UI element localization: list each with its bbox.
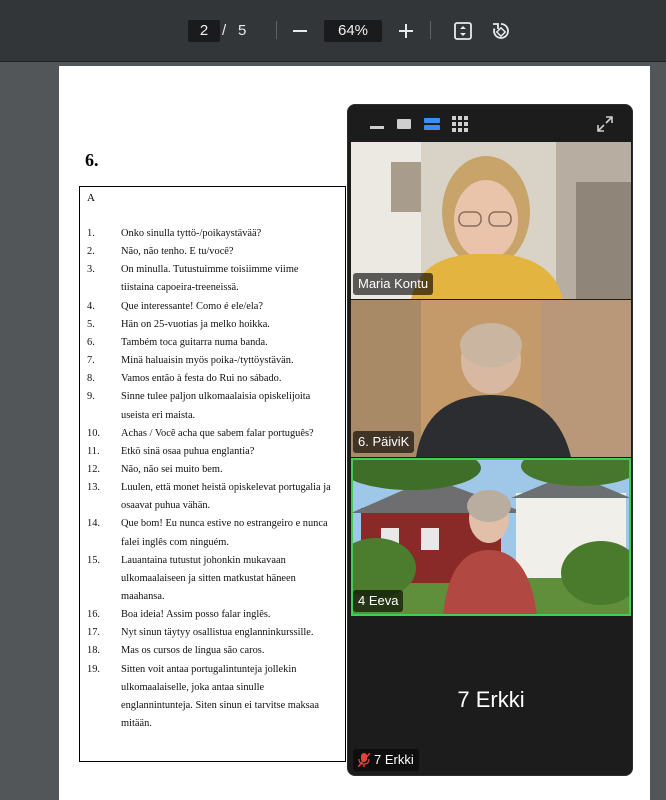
minimize-button[interactable]: [368, 115, 386, 133]
dialogue-line-text: maahansa.: [121, 591, 165, 602]
dialogue-line-text: Hän on 25-vuotias ja melko hoikka.: [121, 318, 270, 330]
section-label: A: [87, 192, 95, 204]
dialogue-line-text: falei inglês com ninguém.: [121, 536, 229, 548]
dialogue-line-text: Também toca guitarra numa banda.: [121, 336, 268, 348]
dialogue-line-number: 13.: [87, 482, 100, 494]
dialogue-line-number: 19.: [87, 663, 100, 675]
dialogue-line-text: Sinne tulee paljon ulkomaalaisia opiskel…: [121, 391, 311, 403]
dialogue-line-number: 1.: [87, 228, 95, 239]
page-separator: /: [222, 22, 227, 39]
participant-name-tag: 6. PäiviK: [353, 431, 415, 453]
dialogue-line-number: 7.: [87, 355, 95, 367]
single-view-button[interactable]: [395, 115, 413, 133]
zoom-level-input[interactable]: 64%: [324, 20, 382, 42]
dialogue-line-number: 11.: [87, 445, 100, 457]
dialogue-line-text: Que bom! Eu nunca estive no estrangeiro …: [121, 518, 328, 530]
toolbar-divider: [276, 21, 277, 39]
dialogue-line-number: 3.: [87, 264, 95, 276]
fit-page-icon: [454, 22, 472, 40]
fit-page-button[interactable]: [448, 16, 478, 46]
participant-name-tag: 4 Eeva: [353, 590, 404, 612]
dialogue-line-number: 8.: [87, 373, 95, 385]
total-pages: 5: [238, 22, 247, 39]
dialogue-line-text: Não, não tenho. E tu/você?: [121, 246, 234, 258]
zoom-in-icon: [399, 24, 413, 38]
dialogue-line-text: On minulla. Tutustuimme toisiimme viime: [121, 264, 299, 276]
dialogue-line-text: Lauantaina tutustut johonkin mukavaan: [121, 554, 286, 566]
dialogue-line-text: Que interessante! Como é ele/ela?: [121, 300, 263, 312]
dialogue-line-number: 2.: [87, 246, 95, 258]
dialogue-line-text: Não, não sei muito bem.: [121, 463, 223, 475]
dialogue-line-text: osaavat puhua vähän.: [121, 500, 211, 512]
dialogue-line-text: Mas os cursos de língua são caros.: [121, 645, 265, 657]
dialogue-line-text: Achas / Você acha que sabem falar portug…: [121, 427, 314, 439]
dialogue-line-text: Boa ideia! Assim posso falar inglês.: [121, 609, 271, 621]
dialogue-line-number: 5.: [87, 318, 95, 330]
participant-name-tag: Maria Kontu: [353, 273, 434, 295]
expand-button[interactable]: [596, 115, 614, 133]
speaker-view-button[interactable]: [423, 115, 441, 133]
minimize-icon: [370, 126, 384, 129]
dialogue-line-text: Onko sinulla tyttö-/poikaystävää?: [121, 228, 262, 239]
dialogue-line-text: englannintunteja. Siten sinun ei tarvits…: [121, 699, 319, 711]
dialogue-line-number: 4.: [87, 300, 95, 312]
muted-microphone-icon: [358, 753, 370, 767]
dialogue-line-text: mitään.: [121, 718, 152, 730]
single-view-icon: [397, 119, 411, 129]
zoom-out-icon: [293, 30, 307, 32]
rotate-icon: [493, 23, 509, 39]
dialogue-line-text: Luulen, että monet heistä opiskelevat po…: [121, 482, 331, 494]
speaker-view-icon: [424, 118, 440, 130]
gallery-view-icon: [452, 116, 468, 132]
dialogue-line-number: 17.: [87, 627, 100, 639]
dialogue-line-number: 18.: [87, 645, 100, 657]
dialogue-line-text: Sitten voit antaa portugalintunteja joll…: [121, 663, 297, 675]
dialogue-line-text: Minä haluaisin myös poika-/tyttöystävän.: [121, 355, 294, 367]
dialogue-line-text: Nyt sinun täytyy osallistua englanninkur…: [121, 627, 314, 639]
dialogue-line-text: Etkö sinä osaa puhua englantia?: [121, 445, 255, 457]
dialogue-line-text: useista eri maista.: [121, 409, 196, 421]
gallery-view-button[interactable]: [451, 115, 469, 133]
dialogue-line-text: ulkomaalaiseen ja sitten matkustat hänee…: [121, 572, 296, 584]
zoom-out-button[interactable]: [285, 16, 315, 46]
expand-icon: [597, 116, 613, 132]
dialogue-line-number: 10.: [87, 427, 100, 439]
pdf-toolbar: 2 / 5 64%: [0, 0, 666, 62]
toolbar-divider: [430, 21, 431, 39]
dialogue-line-number: 9.: [87, 391, 95, 403]
participant-no-video-name: 7 Erkki: [457, 687, 525, 712]
dialogue-line-number: 16.: [87, 609, 100, 621]
dialogue-line-text: ulkomaalaiselle, joka antaa sinulle: [121, 681, 265, 693]
dialogue-line-number: 12.: [87, 463, 100, 475]
page-number-input[interactable]: 2: [188, 20, 220, 42]
dialogue-line-number: 6.: [87, 336, 95, 348]
dialogue-line-number: 14.: [87, 518, 100, 530]
dialogue-line-text: tiistaina capoeira-treeneissä.: [121, 282, 239, 294]
zoom-in-button[interactable]: [391, 16, 421, 46]
dialogue-line-text: Vamos então à festa do Rui no sábado.: [121, 373, 282, 385]
question-number: 6.: [85, 150, 99, 170]
rotate-button[interactable]: [486, 16, 516, 46]
participant-no-video-tag-label: 7 Erkki: [374, 752, 414, 767]
participant-no-video-tag: 7 Erkki: [353, 749, 419, 771]
dialogue-line-number: 15.: [87, 554, 100, 566]
